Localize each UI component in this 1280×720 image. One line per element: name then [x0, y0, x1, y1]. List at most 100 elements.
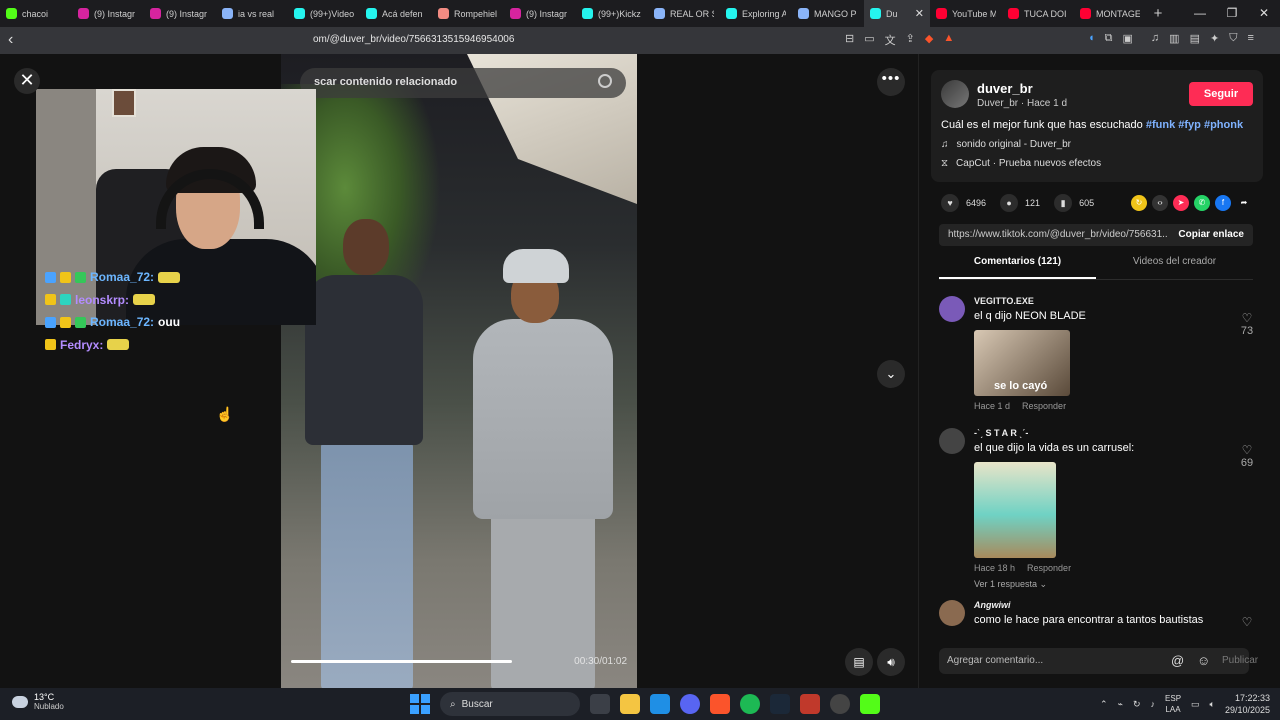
- effect-row[interactable]: ⧖ CapCut · Prueba nuevos efectos: [941, 158, 1101, 169]
- maximize-button[interactable]: ❐: [1216, 0, 1248, 27]
- send-icon[interactable]: ➤: [1173, 195, 1189, 211]
- chat-username[interactable]: Romaa_72:: [90, 270, 154, 284]
- spotify-icon[interactable]: [740, 694, 760, 714]
- music-title[interactable]: sonido original - Duver_br: [957, 139, 1072, 150]
- language-indicator[interactable]: ESP LAA: [1165, 693, 1181, 715]
- taskbar-search[interactable]: ⌕ Buscar: [440, 692, 580, 716]
- back-icon[interactable]: ‹: [8, 31, 13, 49]
- file-explorer-icon[interactable]: [620, 694, 640, 714]
- mention-icon[interactable]: @: [1171, 653, 1184, 668]
- video-player[interactable]: 00:30/01:02: [281, 54, 637, 688]
- like-stat[interactable]: ♥ 6496: [941, 194, 986, 212]
- commenter-name[interactable]: -ˋˏ S T A R ˎˊ-: [974, 428, 1028, 438]
- facebook-icon[interactable]: f: [1215, 195, 1231, 211]
- browser-tab[interactable]: (9) Instagr: [144, 0, 216, 27]
- chat-username[interactable]: leonskrp:: [75, 293, 129, 307]
- wallet-icon[interactable]: ▤: [1190, 32, 1200, 45]
- publish-button[interactable]: Publicar: [1222, 655, 1258, 666]
- follow-button[interactable]: Seguir: [1189, 82, 1253, 106]
- more-options-button[interactable]: •••: [877, 68, 905, 96]
- next-video-button[interactable]: ⌄: [877, 360, 905, 388]
- browser-tab[interactable]: TUCA DOI: [1002, 0, 1074, 27]
- translate-icon[interactable]: 文: [885, 32, 896, 48]
- share-arrow-icon[interactable]: ➦: [1236, 195, 1252, 211]
- hashtag[interactable]: #phonk: [1204, 119, 1243, 131]
- commenter-name[interactable]: VEGITTO.EXE: [974, 296, 1034, 306]
- weather-widget[interactable]: 13°C Nublado: [12, 692, 64, 711]
- copy-link-button[interactable]: Copiar enlace: [1178, 229, 1244, 240]
- repost-icon[interactable]: ↻: [1131, 195, 1147, 211]
- kick-icon[interactable]: [860, 694, 880, 714]
- reply-button[interactable]: Responder: [1027, 563, 1071, 573]
- read-mode-icon[interactable]: ⊟: [845, 32, 854, 48]
- task-view-icon[interactable]: [590, 694, 610, 714]
- pip-button[interactable]: ▤: [845, 648, 873, 676]
- tab-creator-videos[interactable]: Videos del creador: [1096, 256, 1253, 279]
- discord-icon[interactable]: [680, 694, 700, 714]
- tab-comments[interactable]: Comentarios (121): [939, 256, 1096, 279]
- commenter-avatar[interactable]: [939, 296, 965, 322]
- related-search-bar[interactable]: scar contenido relacionado: [300, 68, 626, 98]
- comment-like[interactable]: ♡: [1237, 615, 1257, 629]
- chevron-up-icon[interactable]: ⌃: [1100, 699, 1108, 710]
- browser-tab[interactable]: YouTube M: [930, 0, 1002, 27]
- brave-shield-icon[interactable]: ◆: [925, 32, 933, 48]
- reply-button[interactable]: Responder: [1022, 401, 1066, 411]
- browser-tab[interactable]: Du ✕: [864, 0, 930, 27]
- browser-tab[interactable]: MANGO P: [792, 0, 864, 27]
- browser-tab[interactable]: MONTAGE: [1074, 0, 1146, 27]
- commenter-avatar[interactable]: [939, 428, 965, 454]
- vpn-icon[interactable]: ⛉: [1229, 32, 1237, 45]
- brave-icon[interactable]: [710, 694, 730, 714]
- comment-image[interactable]: se lo cayó: [974, 330, 1070, 396]
- creator-avatar[interactable]: [941, 80, 969, 108]
- creator-username[interactable]: duver_br: [977, 81, 1033, 96]
- video-progress-bar[interactable]: [291, 660, 512, 663]
- view-replies-button[interactable]: Ver 1 respuesta ⌄: [974, 579, 1047, 590]
- network-icon[interactable]: ⌁: [1118, 699, 1123, 710]
- video-link[interactable]: https://www.tiktok.com/@duver_br/video/7…: [948, 229, 1168, 240]
- extensions-icon[interactable]: ⧉: [1105, 32, 1113, 45]
- obs-icon[interactable]: [830, 694, 850, 714]
- new-tab-button[interactable]: +: [1146, 5, 1170, 22]
- browser-tab[interactable]: REAL OR S: [648, 0, 720, 27]
- browser-tab[interactable]: (99+)Video: [288, 0, 360, 27]
- comment-image[interactable]: [974, 462, 1056, 558]
- clock[interactable]: 17:22:33 29/10/2025: [1225, 692, 1270, 716]
- save-stat[interactable]: ▮ 605: [1054, 194, 1094, 212]
- bing-icon[interactable]: [650, 694, 670, 714]
- commenter-name[interactable]: Angwiwi: [974, 600, 1011, 610]
- url-text[interactable]: om/@duver_br/video/7566313515946954006: [313, 34, 514, 45]
- whatsapp-icon[interactable]: ✆: [1194, 195, 1210, 211]
- app-icon[interactable]: [800, 694, 820, 714]
- browser-tab[interactable]: (99+)Kickz: [576, 0, 648, 27]
- close-window-button[interactable]: ✕: [1248, 0, 1280, 27]
- steam-icon[interactable]: [770, 694, 790, 714]
- comment-like[interactable]: ♡ 73: [1237, 311, 1257, 337]
- microphone-icon[interactable]: ♪: [1151, 699, 1156, 709]
- volume-button[interactable]: 🔊︎: [877, 648, 905, 676]
- windows-start-icon[interactable]: [410, 694, 430, 714]
- minimize-button[interactable]: —: [1184, 0, 1216, 27]
- comment-like[interactable]: ♡ 69: [1237, 443, 1257, 469]
- comment-stat[interactable]: ● 121: [1000, 194, 1040, 212]
- volume-icon[interactable]: 🔈︎: [1210, 699, 1215, 710]
- display-icon[interactable]: ▭: [1191, 699, 1200, 710]
- browser-tab[interactable]: (9) Instagr: [504, 0, 576, 27]
- commenter-avatar[interactable]: [939, 600, 965, 626]
- hashtag[interactable]: #fyp: [1178, 119, 1201, 131]
- screenshot-icon[interactable]: ▣: [1123, 32, 1133, 45]
- share-icon[interactable]: ⇪: [906, 32, 915, 48]
- menu-icon[interactable]: ≡: [1247, 32, 1253, 45]
- sync-icon[interactable]: ↻: [1133, 699, 1141, 710]
- music-row[interactable]: ♫ sonido original - Duver_br: [941, 139, 1071, 150]
- browser-tab[interactable]: Acá defen: [360, 0, 432, 27]
- embed-icon[interactable]: ‹›: [1152, 195, 1168, 211]
- rewards-icon[interactable]: ▲: [943, 32, 954, 48]
- emoji-icon[interactable]: ☺: [1197, 653, 1210, 668]
- hashtag[interactable]: #funk: [1146, 119, 1175, 131]
- browser-tab[interactable]: chacoi: [0, 0, 72, 27]
- music-icon[interactable]: ♫: [1151, 32, 1159, 45]
- search-icon[interactable]: [598, 74, 612, 88]
- effect-label[interactable]: CapCut · Prueba nuevos efectos: [956, 158, 1101, 169]
